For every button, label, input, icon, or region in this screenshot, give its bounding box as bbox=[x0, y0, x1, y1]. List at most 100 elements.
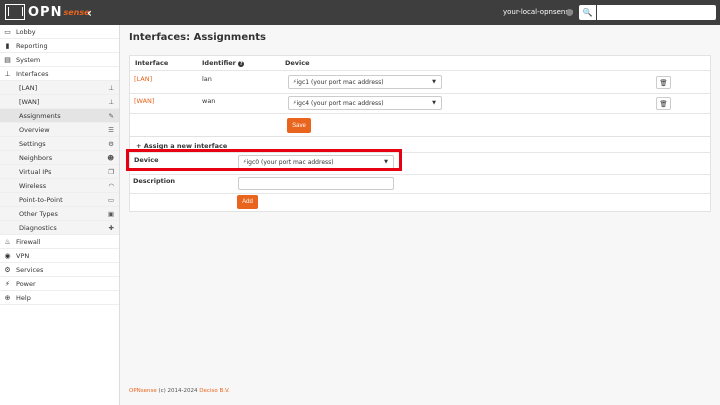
page-title: Interfaces: Assignments bbox=[129, 32, 266, 43]
sidebar-item-label: Point-to-Point bbox=[19, 195, 63, 204]
sidebar-item-label: [WAN] bbox=[19, 97, 40, 106]
sidebar-item-virtual-ips[interactable]: Virtual IPs ❐ bbox=[0, 165, 119, 179]
sitemap-icon: ⊥ bbox=[108, 97, 114, 106]
interface-link-wan[interactable]: [WAN] bbox=[134, 97, 154, 105]
chevron-down-icon: ▼ bbox=[432, 79, 436, 85]
medkit-icon: ✚ bbox=[108, 223, 114, 232]
footer-copyright: (c) 2014-2024 bbox=[156, 388, 200, 394]
device-select-value: igc4 (your port mac address) bbox=[296, 99, 384, 107]
sidebar-item-label: Settings bbox=[19, 139, 46, 148]
top-navbar: OPN sense ‹ your-local-opnsense 🔍 bbox=[0, 0, 720, 25]
laptop-icon: ▭ bbox=[4, 27, 11, 36]
sidebar: ▭ Lobby ▮ Reporting ▤ System ⊥ Interfaces [LAN] ⊥… bbox=[0, 25, 120, 405]
header-device: Device bbox=[285, 59, 310, 67]
assign-new-interface-panel: + Assign a new interface Device ⚡ igc0 (y… bbox=[129, 136, 711, 212]
sidebar-item-point-to-point[interactable]: Point-to-Point ▭ bbox=[0, 193, 119, 207]
footer: OPNsense (c) 2014-2024 Deciso B.V. bbox=[129, 388, 230, 394]
footer-brand-link[interactable]: OPNsense bbox=[129, 388, 157, 394]
device-select-value: igc1 (your port mac address) bbox=[296, 78, 384, 86]
help-icon[interactable]: ? bbox=[238, 61, 245, 67]
sidebar-item-help[interactable]: ⊕ Help bbox=[0, 291, 119, 305]
archive-icon: ▣ bbox=[107, 209, 114, 218]
wifi-icon: ◠ bbox=[108, 181, 114, 190]
sidebar-item-other-types[interactable]: Other Types ▣ bbox=[0, 207, 119, 221]
sidebar-item-wireless[interactable]: Wireless ◠ bbox=[0, 179, 119, 193]
sidebar-item-services[interactable]: ⚙ Services bbox=[0, 263, 119, 277]
logo-sense-text: sense bbox=[63, 7, 90, 17]
fire-icon: ♨ bbox=[4, 237, 11, 246]
sidebar-item-vpn[interactable]: ◉ VPN bbox=[0, 249, 119, 263]
sidebar-item-reporting[interactable]: ▮ Reporting bbox=[0, 39, 119, 53]
trash-icon[interactable]: 🗑 bbox=[656, 76, 671, 89]
sidebar-item-lobby[interactable]: ▭ Lobby bbox=[0, 25, 119, 39]
sidebar-item-label: Firewall bbox=[16, 237, 41, 246]
opnsense-logo[interactable]: OPN sense bbox=[5, 4, 90, 20]
users-icon: ☻ bbox=[107, 153, 114, 162]
sidebar-item-label: Lobby bbox=[16, 27, 36, 36]
list-icon: ☰ bbox=[108, 125, 114, 134]
sidebar-item-label: System bbox=[16, 55, 41, 64]
search-icon[interactable]: 🔍 bbox=[579, 5, 596, 20]
sidebar-item-overview[interactable]: Overview ☰ bbox=[0, 123, 119, 137]
search-input[interactable] bbox=[597, 5, 716, 20]
sidebar-item-neighbors[interactable]: Neighbors ☻ bbox=[0, 151, 119, 165]
sidebar-item-firewall[interactable]: ♨ Firewall bbox=[0, 235, 119, 249]
divider bbox=[130, 174, 710, 175]
sidebar-item-diagnostics[interactable]: Diagnostics ✚ bbox=[0, 221, 119, 235]
header-interface: Interface bbox=[135, 59, 169, 67]
pencil-icon: ✎ bbox=[108, 111, 114, 120]
divider bbox=[130, 70, 710, 71]
status-indicator-icon[interactable] bbox=[566, 9, 573, 16]
divider bbox=[130, 93, 710, 94]
divider bbox=[130, 193, 710, 194]
copy-icon: ❐ bbox=[108, 167, 114, 176]
device-select-lan[interactable]: ⚡ igc1 (your port mac address) ▼ bbox=[288, 75, 442, 89]
description-input[interactable] bbox=[238, 177, 394, 190]
logo-mark-icon bbox=[5, 4, 25, 20]
server-icon: ▤ bbox=[4, 55, 11, 64]
sidebar-item-assignments[interactable]: Assignments ✎ bbox=[0, 109, 119, 123]
sidebar-item-label: Virtual IPs bbox=[19, 167, 52, 176]
cog-icon: ⚙ bbox=[4, 265, 11, 274]
sidebar-item-lan[interactable]: [LAN] ⊥ bbox=[0, 81, 119, 95]
save-button[interactable]: Save bbox=[287, 118, 311, 133]
sidebar-item-label: Interfaces bbox=[16, 69, 49, 78]
sidebar-item-label: Help bbox=[16, 293, 31, 302]
sidebar-item-label: VPN bbox=[16, 251, 30, 260]
sidebar-item-label: Services bbox=[16, 265, 44, 274]
highlight-box bbox=[126, 149, 402, 171]
collapse-sidebar-icon[interactable]: ‹ bbox=[87, 6, 92, 20]
sidebar-item-interfaces[interactable]: ⊥ Interfaces bbox=[0, 67, 119, 81]
cogs-icon: ⚙ bbox=[108, 139, 114, 148]
sidebar-item-system[interactable]: ▤ System bbox=[0, 53, 119, 67]
sidebar-item-power[interactable]: ⚡ Power bbox=[0, 277, 119, 291]
sidebar-item-label: Reporting bbox=[16, 41, 48, 50]
sidebar-item-label: Neighbors bbox=[19, 153, 53, 162]
globe-icon: ◉ bbox=[4, 251, 11, 260]
sidebar-item-wan[interactable]: [WAN] ⊥ bbox=[0, 95, 119, 109]
sidebar-item-label: Power bbox=[16, 279, 36, 288]
chart-icon: ▮ bbox=[5, 41, 10, 50]
lifebuoy-icon: ⊕ bbox=[4, 293, 11, 302]
sidebar-item-label: Assignments bbox=[19, 111, 61, 120]
identifier-lan: lan bbox=[202, 75, 212, 83]
sitemap-icon: ⊥ bbox=[4, 69, 11, 78]
sidebar-item-label: Overview bbox=[19, 125, 50, 134]
drive-icon: ▭ bbox=[107, 195, 114, 204]
sitemap-icon: ⊥ bbox=[108, 83, 114, 92]
identifier-wan: wan bbox=[202, 97, 216, 105]
footer-company-link[interactable]: Deciso B.V. bbox=[199, 388, 229, 394]
sidebar-item-label: Diagnostics bbox=[19, 223, 57, 232]
main-content: Interfaces: Assignments Interface Identi… bbox=[121, 25, 720, 405]
trash-icon[interactable]: 🗑 bbox=[656, 97, 671, 110]
interface-link-lan[interactable]: [LAN] bbox=[134, 75, 152, 83]
sidebar-item-label: Wireless bbox=[19, 181, 47, 190]
chevron-down-icon: ▼ bbox=[432, 100, 436, 106]
divider bbox=[130, 113, 710, 114]
logo-text: OPN bbox=[28, 4, 63, 20]
plug-icon: ⚡ bbox=[5, 279, 10, 288]
device-select-wan[interactable]: ⚡ igc4 (your port mac address) ▼ bbox=[288, 96, 442, 110]
sidebar-item-settings[interactable]: Settings ⚙ bbox=[0, 137, 119, 151]
add-button[interactable]: Add bbox=[237, 195, 258, 209]
description-label: Description bbox=[133, 177, 176, 185]
